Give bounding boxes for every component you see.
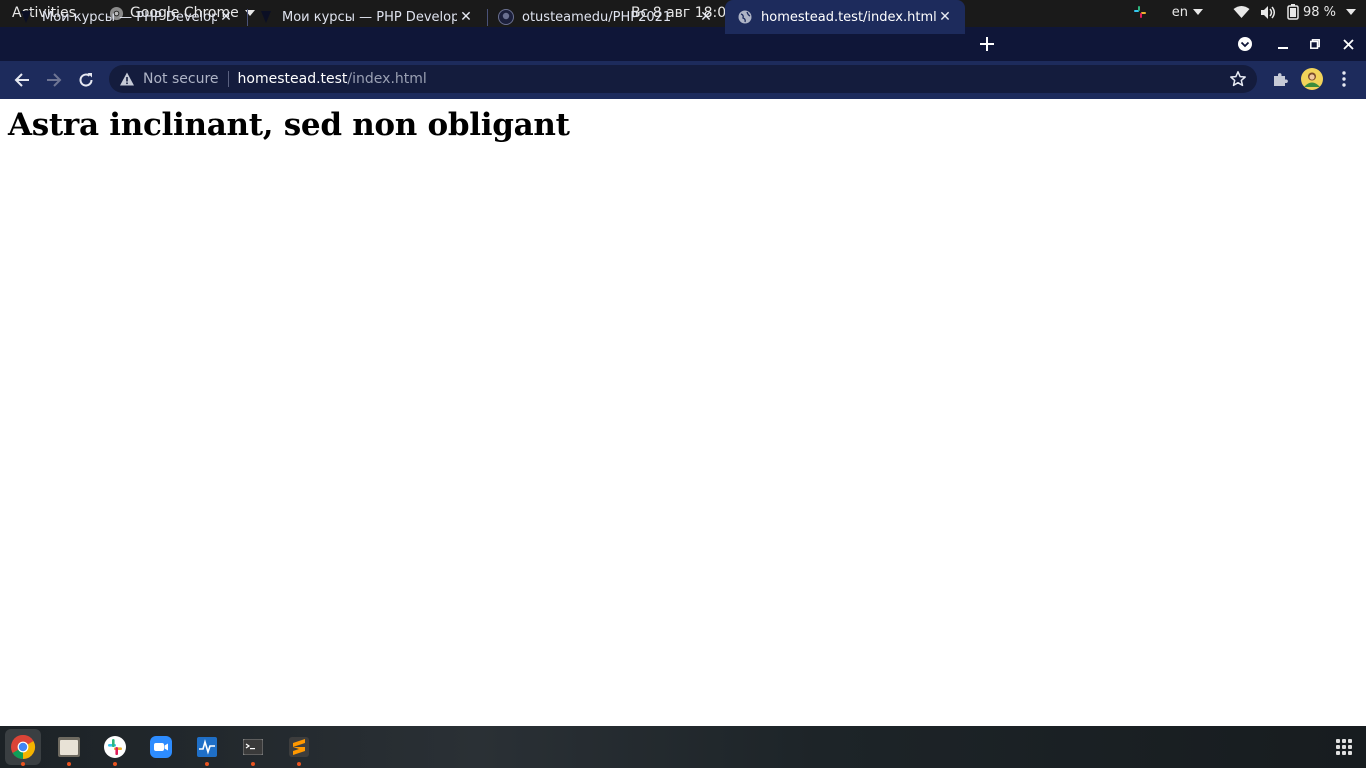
otus-favicon-icon bbox=[258, 9, 274, 25]
sublime-text-icon bbox=[289, 737, 309, 757]
dock-system-monitor[interactable] bbox=[189, 729, 225, 766]
dock-sublime-text[interactable] bbox=[281, 729, 317, 766]
minimize-button[interactable] bbox=[1269, 27, 1297, 61]
forward-button[interactable] bbox=[42, 68, 66, 92]
battery-percent: 98 % bbox=[1302, 4, 1336, 20]
close-icon[interactable]: ✕ bbox=[457, 8, 475, 26]
tab-search-button[interactable] bbox=[1231, 27, 1259, 61]
tab-title: Мои курсы — PHP Developer bbox=[42, 9, 217, 25]
avatar-icon bbox=[1301, 68, 1323, 90]
chrome-icon bbox=[11, 734, 36, 759]
restore-button[interactable] bbox=[1301, 27, 1329, 61]
slack-tray-icon[interactable] bbox=[1132, 4, 1148, 20]
url-host: homestead.test bbox=[237, 71, 348, 87]
show-applications-icon[interactable] bbox=[1336, 739, 1352, 755]
new-tab-button[interactable] bbox=[976, 33, 998, 55]
system-monitor-icon bbox=[197, 737, 217, 757]
reload-button[interactable] bbox=[74, 68, 98, 92]
dock-zoom[interactable] bbox=[143, 729, 179, 765]
tab-title: Мои курсы — PHP Developer bbox=[282, 9, 457, 25]
arrow-right-icon bbox=[47, 73, 62, 87]
close-window-icon bbox=[1342, 38, 1354, 50]
slack-icon bbox=[104, 736, 126, 758]
tab-github-repo[interactable]: otusteamedu/PHP2021 ✕ bbox=[480, 0, 727, 34]
tab-title: otusteamedu/PHP2021 bbox=[522, 9, 672, 25]
minimize-icon bbox=[1278, 47, 1288, 49]
security-status[interactable]: Not secure bbox=[143, 71, 219, 87]
tab-search-icon bbox=[1238, 37, 1252, 51]
arrow-left-icon bbox=[14, 73, 29, 87]
address-bar[interactable]: Not secure homestead.test/index.html bbox=[109, 65, 1257, 93]
profile-avatar[interactable] bbox=[1300, 67, 1324, 91]
running-indicator bbox=[21, 762, 25, 766]
wifi-icon[interactable] bbox=[1233, 5, 1250, 19]
running-indicator bbox=[113, 762, 117, 766]
page-heading: Astra inclinant, sed non obligant bbox=[8, 107, 570, 143]
running-indicator bbox=[67, 762, 71, 766]
running-indicator bbox=[205, 762, 209, 766]
tab-otus-courses-1[interactable]: Мои курсы — PHP Developer ✕ bbox=[0, 0, 247, 34]
volume-icon[interactable] bbox=[1260, 5, 1277, 20]
page-viewport: Astra inclinant, sed non obligant bbox=[0, 99, 1366, 726]
language-switcher[interactable]: en bbox=[1172, 5, 1203, 20]
tab-title: homestead.test/index.html bbox=[761, 9, 936, 25]
restore-icon bbox=[1310, 39, 1320, 49]
ubuntu-dock bbox=[0, 726, 1366, 768]
reload-icon bbox=[79, 73, 93, 87]
battery-icon[interactable] bbox=[1287, 4, 1299, 20]
running-indicator bbox=[251, 762, 255, 766]
dock-files[interactable] bbox=[51, 729, 87, 766]
bookmark-star-icon[interactable] bbox=[1229, 70, 1247, 88]
otus-favicon-icon bbox=[18, 9, 34, 25]
dock-chrome[interactable] bbox=[5, 729, 41, 766]
zoom-icon bbox=[150, 736, 172, 758]
terminal-icon bbox=[243, 739, 263, 755]
warning-icon[interactable] bbox=[119, 71, 135, 87]
url-path: /index.html bbox=[347, 71, 427, 87]
kebab-menu-icon bbox=[1342, 71, 1346, 87]
extensions-button[interactable] bbox=[1268, 67, 1292, 91]
globe-icon bbox=[737, 9, 753, 25]
close-icon[interactable]: ✕ bbox=[697, 8, 715, 26]
tab-homestead-index[interactable]: homestead.test/index.html ✕ bbox=[725, 0, 965, 34]
files-icon bbox=[58, 737, 80, 757]
plus-icon bbox=[980, 37, 994, 51]
back-button[interactable] bbox=[10, 68, 34, 92]
close-icon[interactable]: ✕ bbox=[217, 8, 235, 26]
system-tray[interactable]: en 98 % bbox=[1132, 4, 1356, 20]
caret-down-icon[interactable] bbox=[1346, 9, 1356, 15]
puzzle-icon bbox=[1274, 73, 1288, 86]
close-window-button[interactable] bbox=[1334, 27, 1362, 61]
omnibox-divider bbox=[227, 71, 229, 87]
language-label: en bbox=[1171, 4, 1188, 20]
running-indicator bbox=[297, 762, 301, 766]
tab-otus-courses-2[interactable]: Мои курсы — PHP Developer ✕ bbox=[240, 0, 487, 34]
dock-slack[interactable] bbox=[97, 729, 133, 766]
chrome-menu-button[interactable] bbox=[1332, 67, 1356, 91]
caret-down-icon bbox=[1192, 9, 1203, 15]
close-icon[interactable]: ✕ bbox=[936, 8, 954, 26]
github-icon bbox=[498, 9, 514, 25]
dock-terminal[interactable] bbox=[235, 729, 271, 766]
